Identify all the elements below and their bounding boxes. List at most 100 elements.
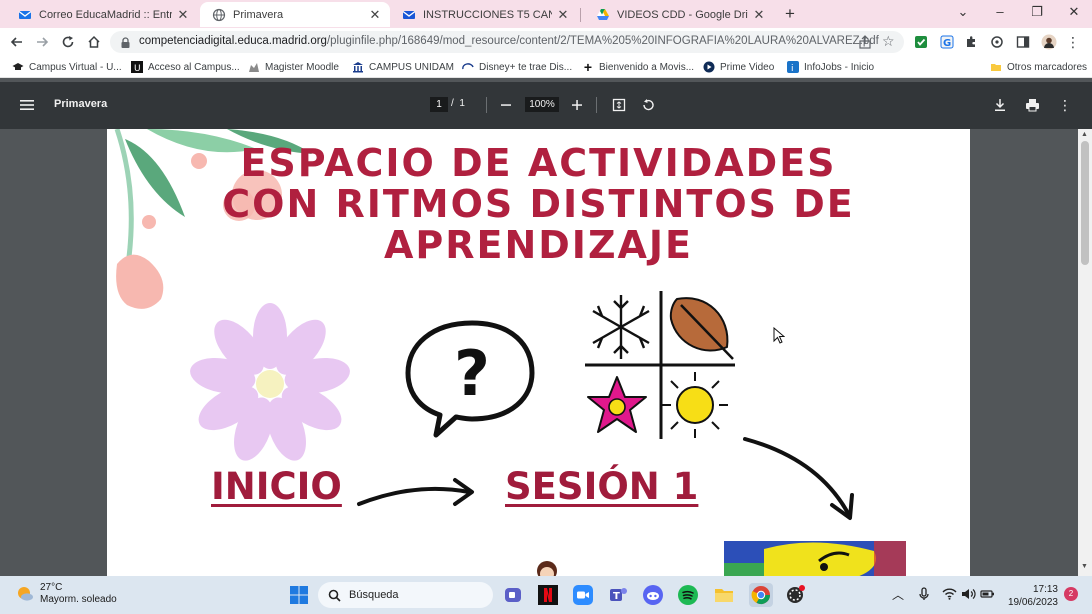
volume-icon[interactable] xyxy=(960,586,976,602)
back-button[interactable] xyxy=(7,32,27,52)
search-label: Búsqueda xyxy=(349,589,399,601)
more-actions-icon[interactable]: ⋮ xyxy=(1055,95,1075,115)
seasons-grid-icon xyxy=(585,291,735,439)
reload-button[interactable] xyxy=(58,32,78,52)
label-sesion-1: SESIÓN 1 xyxy=(505,465,699,508)
bookmark-magister-moodle[interactable]: Magister Moodle xyxy=(248,60,339,74)
notification-badge[interactable]: 2 xyxy=(1064,587,1078,601)
lock-icon[interactable] xyxy=(120,36,131,54)
taskbar-search-box[interactable]: Búsqueda xyxy=(318,582,493,608)
printer-icon xyxy=(1025,99,1039,112)
document-title-line-3: APRENDIZAJE xyxy=(383,223,694,267)
forward-button[interactable] xyxy=(32,32,52,52)
question-speech-bubble-icon: ? xyxy=(405,320,535,438)
minimize-button[interactable]: – xyxy=(990,4,1010,19)
google-drive-icon xyxy=(596,8,610,22)
tab-search-chevron-icon[interactable]: ⌄ xyxy=(953,4,973,20)
bookmark-star-icon[interactable]: ☆ xyxy=(882,34,895,48)
taskbar-app-file-explorer[interactable] xyxy=(713,584,735,606)
restore-button[interactable]: ❐ xyxy=(1027,4,1047,20)
bookmark-acceso-campus[interactable]: U Acceso al Campus... xyxy=(131,60,240,74)
taskbar-app-record[interactable] xyxy=(784,584,806,606)
document-title-line-1: ESPACIO DE ACTIVIDADES xyxy=(240,141,837,185)
label-inicio: INICIO xyxy=(211,465,342,508)
taskbar-app-videocam[interactable] xyxy=(502,584,524,606)
pdf-viewer[interactable]: ESPACIO DE ACTIVIDADES CON RITMOS DISTIN… xyxy=(0,129,1078,576)
tab-instrucciones[interactable]: INSTRUCCIONES T5 CANVA | Me ✕ xyxy=(390,2,578,27)
tab-correo[interactable]: Correo EducaMadrid :: Entrada ✕ xyxy=(6,2,198,27)
spotify-icon xyxy=(678,585,698,605)
extension-check-icon[interactable] xyxy=(912,33,930,51)
bookmark-prime-video[interactable]: Prime Video xyxy=(703,60,774,74)
tab-videos-cdd[interactable]: VIDEOS CDD - Google Drive ✕ xyxy=(584,2,774,27)
page-number-input[interactable]: 1 xyxy=(430,97,448,112)
arrow-right-icon xyxy=(357,478,474,506)
show-hidden-icons-chevron[interactable]: ︿ xyxy=(890,586,906,602)
vertical-scrollbar[interactable]: ▲ ▼ xyxy=(1078,129,1092,576)
close-tab-icon[interactable]: ✕ xyxy=(556,7,570,23)
start-button[interactable] xyxy=(288,584,310,606)
download-icon xyxy=(995,99,1005,111)
taskbar-app-chrome[interactable] xyxy=(749,583,773,607)
taskbar-app-zoom[interactable] xyxy=(572,584,594,606)
taskbar-app-teams[interactable]: T xyxy=(607,584,629,606)
weather-widget[interactable]: 27°C Mayorm. soleado xyxy=(16,582,117,606)
home-button[interactable] xyxy=(84,32,104,52)
bookmark-disney[interactable]: Disney+ te trae Dis... xyxy=(462,60,572,74)
share-icon[interactable] xyxy=(858,35,872,54)
scrollbar-thumb[interactable] xyxy=(1081,141,1089,265)
sun-cloud-icon xyxy=(18,587,33,601)
bookmark-movistar[interactable]: + Bienvenido a Movis... xyxy=(582,59,694,75)
zoom-level-input[interactable]: 100% xyxy=(525,97,559,112)
microphone-icon[interactable] xyxy=(916,586,932,602)
close-window-button[interactable]: ✕ xyxy=(1064,4,1084,20)
profile-avatar[interactable] xyxy=(1040,33,1058,51)
fit-page-button[interactable] xyxy=(609,95,629,115)
wifi-icon[interactable] xyxy=(941,586,957,602)
scroll-down-icon[interactable]: ▼ xyxy=(1081,563,1088,570)
browser-menu-icon[interactable]: ⋮ xyxy=(1064,33,1082,51)
scroll-up-icon[interactable]: ▲ xyxy=(1081,131,1088,138)
teams-icon: T xyxy=(610,588,627,602)
graduation-cap-icon xyxy=(12,61,24,73)
document-title-line-2: CON RITMOS DISTINTOS DE xyxy=(222,182,855,226)
bookmark-other-folder[interactable]: Otros marcadores xyxy=(990,60,1087,74)
pdf-menu-button[interactable] xyxy=(17,95,37,115)
bookmark-infojobs[interactable]: i InfoJobs - Inicio xyxy=(787,60,874,74)
zoom-in-button[interactable] xyxy=(567,95,587,115)
folder-icon xyxy=(715,589,733,602)
close-tab-icon[interactable]: ✕ xyxy=(368,7,382,23)
extension-grammar-icon[interactable]: G xyxy=(938,33,956,51)
svg-text:T: T xyxy=(613,591,620,602)
rotate-button[interactable] xyxy=(638,95,658,115)
bookmark-campus-virtual[interactable]: Campus Virtual - U... xyxy=(12,60,122,74)
mail-icon xyxy=(402,8,416,22)
extensions-puzzle-icon[interactable] xyxy=(962,33,980,51)
taskbar-app-spotify[interactable] xyxy=(677,584,699,606)
arrow-right-icon xyxy=(37,37,49,47)
clock-date: 19/06/2023 xyxy=(1007,597,1058,608)
close-tab-icon[interactable]: ✕ xyxy=(752,7,766,23)
print-button[interactable] xyxy=(1022,95,1042,115)
clock-time: 17:13 xyxy=(1032,584,1058,595)
bookmark-campus-unidam[interactable]: CAMPUS UNIDAM xyxy=(352,60,454,74)
url-text[interactable]: competenciadigital.educa.madrid.org/plug… xyxy=(139,35,879,47)
bookmarks-bar: Campus Virtual - U... U Acceso al Campus… xyxy=(0,56,1092,78)
new-tab-button[interactable]: + xyxy=(781,4,799,24)
sync-icon[interactable] xyxy=(988,33,1006,51)
system-clock[interactable]: 17:13 19/06/2023 xyxy=(1006,583,1058,609)
taskbar-app-netflix[interactable] xyxy=(537,584,559,606)
close-tab-icon[interactable]: ✕ xyxy=(176,7,190,23)
infojobs-icon: i xyxy=(787,61,799,73)
browser-toolbar: competenciadigital.educa.madrid.org/plug… xyxy=(0,28,1092,56)
address-bar[interactable]: competenciadigital.educa.madrid.org/plug… xyxy=(110,31,904,53)
painting-image xyxy=(724,541,906,576)
institution-icon xyxy=(352,61,364,73)
download-button[interactable] xyxy=(990,95,1010,115)
mouse-cursor-icon xyxy=(773,327,785,344)
side-panel-icon[interactable] xyxy=(1014,33,1032,51)
tab-primavera[interactable]: Primavera ✕ xyxy=(200,2,390,27)
battery-icon[interactable] xyxy=(979,586,995,602)
zoom-out-button[interactable] xyxy=(496,95,516,115)
taskbar-app-discord[interactable] xyxy=(642,584,664,606)
